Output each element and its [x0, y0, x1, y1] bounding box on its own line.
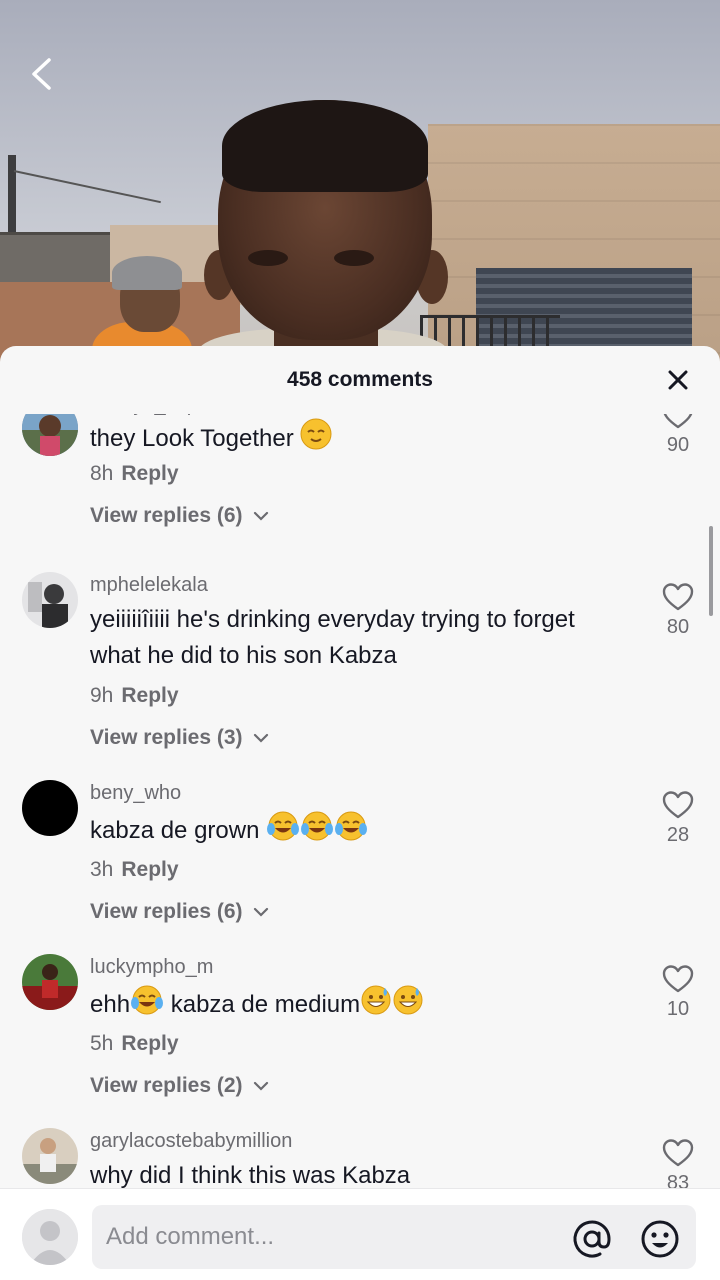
comment-text-part: kabza de medium: [164, 990, 361, 1018]
comment-composer: Add comment...: [0, 1188, 720, 1280]
comment-text-body: they Look Together: [90, 424, 294, 452]
avatar[interactable]: [22, 414, 78, 456]
like-button[interactable]: 28: [656, 790, 700, 847]
like-button[interactable]: 80: [656, 582, 700, 639]
close-button[interactable]: [664, 366, 692, 394]
utility-pole: [8, 155, 16, 235]
chevron-down-icon: [254, 1082, 269, 1092]
comment-text: why did I think this was Kabza: [90, 1162, 411, 1188]
comment-time: 3h: [90, 858, 114, 881]
like-count: 28: [666, 824, 690, 846]
view-replies-button[interactable]: View replies (6): [90, 900, 270, 924]
like-button[interactable]: 10: [656, 964, 700, 1021]
reply-button[interactable]: Reply: [121, 1032, 178, 1055]
video-background: [0, 0, 720, 380]
heart-outline-icon: [663, 414, 693, 429]
heart-outline-icon: [662, 583, 694, 611]
comment-username[interactable]: beny_who: [90, 782, 181, 805]
sheet-header: 458 comments: [0, 346, 720, 414]
mention-button[interactable]: [570, 1217, 614, 1261]
comment-meta: 8h Reply: [90, 462, 179, 486]
tears-of-joy-icon: [334, 810, 368, 853]
like-button[interactable]: 90: [656, 414, 700, 457]
comment-text: kabza de grown: [90, 810, 630, 853]
tears-of-joy-icon: [130, 984, 164, 1027]
chevron-down-icon: [254, 908, 269, 918]
comment-time: 5h: [90, 1032, 114, 1055]
comment-text: ehh kabza de medium: [90, 984, 630, 1027]
comment-input-placeholder: Add comment...: [106, 1223, 275, 1250]
reply-button[interactable]: Reply: [121, 684, 178, 707]
like-count: 83: [666, 1172, 690, 1188]
view-replies-label: View replies (3): [90, 726, 243, 749]
heart-outline-icon: [662, 1139, 694, 1167]
grinning-sweat-icon: [360, 984, 392, 1027]
comment-username[interactable]: mphelelekala: [90, 574, 208, 597]
relieved-face-icon: [300, 418, 332, 461]
close-icon: [668, 370, 688, 390]
chevron-left-icon: [32, 58, 51, 90]
view-replies-label: View replies (6): [90, 900, 243, 923]
comment-list[interactable]: khanya_cupid they Look Together 8hReply …: [0, 414, 720, 1188]
view-replies-label: View replies (6): [90, 504, 243, 527]
comment-meta: 5h Reply: [90, 1032, 179, 1056]
avatar[interactable]: [22, 1128, 78, 1184]
like-count: 80: [666, 616, 690, 638]
comment-time: 8h: [90, 462, 114, 485]
like-count: 10: [666, 998, 690, 1020]
grinning-sweat-icon: [392, 984, 424, 1027]
current-user-avatar: [22, 1209, 78, 1265]
reply-button[interactable]: Reply: [121, 462, 178, 485]
heart-outline-icon: [662, 965, 694, 993]
comment-username[interactable]: luckympho_m: [90, 956, 213, 979]
comments-sheet: 458 comments khanya_cupid they Look Toge…: [0, 346, 720, 1280]
like-button[interactable]: 83: [656, 1138, 700, 1188]
scrollbar[interactable]: [709, 526, 713, 616]
avatar[interactable]: [22, 572, 78, 628]
tears-of-joy-icon: [266, 810, 300, 853]
back-button[interactable]: [24, 54, 64, 94]
view-replies-button[interactable]: View replies (3): [90, 726, 270, 750]
chevron-down-icon: [254, 734, 269, 744]
comment-username[interactable]: garylacostebabymillion: [90, 1130, 292, 1153]
reply-button[interactable]: Reply: [121, 858, 178, 881]
comment-count-title: 458 comments: [287, 368, 433, 391]
avatar[interactable]: [22, 780, 78, 836]
heart-outline-icon: [662, 791, 694, 819]
tears-of-joy-icon: [300, 810, 334, 853]
emoji-picker-button[interactable]: [638, 1217, 682, 1261]
man-in-video: [198, 100, 448, 380]
view-replies-button[interactable]: View replies (2): [90, 1074, 270, 1098]
comment-meta: 3h Reply: [90, 858, 179, 882]
comment-text-body: kabza de grown: [90, 816, 260, 844]
comment-username[interactable]: khanya_cupid: [90, 414, 213, 417]
smile-icon: [641, 1220, 679, 1258]
comment-text: yeiiiiiîiiii he's drinking everyday tryi…: [90, 606, 575, 669]
avatar[interactable]: [22, 954, 78, 1010]
chevron-down-icon: [254, 512, 269, 522]
view-replies-button[interactable]: View replies (6): [90, 504, 270, 528]
comment-text: they Look Together: [90, 418, 630, 461]
at-sign-icon: [573, 1220, 611, 1258]
like-count: 90: [666, 434, 690, 456]
comment-time: 9h: [90, 684, 114, 707]
comment-meta: 9h Reply: [90, 684, 179, 708]
comment-text-part: ehh: [90, 990, 131, 1018]
view-replies-label: View replies (2): [90, 1074, 243, 1097]
